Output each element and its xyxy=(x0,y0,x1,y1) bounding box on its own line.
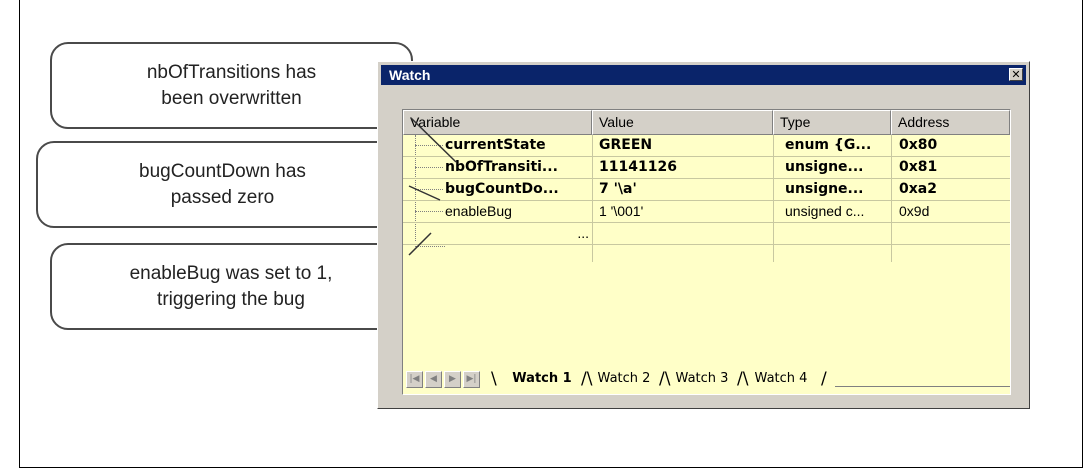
variable-address: 0xa2 xyxy=(899,181,937,197)
tab-watch-2[interactable]: Watch 2 xyxy=(585,368,663,390)
tab-strip-line xyxy=(835,386,1010,387)
table-row[interactable]: nbOfTransiti... 11141126 unsigne... 0x81 xyxy=(403,157,1010,179)
prev-icon[interactable]: ◀ xyxy=(425,371,442,388)
close-icon[interactable]: ✕ xyxy=(1009,68,1023,81)
callout-nboftransitions: nbOfTransitions has been overwritten xyxy=(50,42,413,129)
tree-connector xyxy=(415,167,443,169)
tab-watch-4[interactable]: Watch 4 xyxy=(741,368,821,390)
variable-address: 0x80 xyxy=(899,137,938,153)
variable-address: 0x9d xyxy=(899,203,930,219)
variable-type: unsigned c... xyxy=(785,203,865,219)
last-icon[interactable]: ▶| xyxy=(463,371,480,388)
title-bar[interactable]: Watch ✕ xyxy=(381,65,1026,85)
tab-separator: \ xyxy=(491,369,497,389)
table-row[interactable]: bugCountDo... 7 '\a' unsigne... 0xa2 xyxy=(403,179,1010,201)
variable-value[interactable]: 11141126 xyxy=(599,157,771,178)
variable-type: enum {G... xyxy=(785,137,872,153)
variable-name: bugCountDo... xyxy=(445,181,559,197)
variable-value[interactable]: 7 '\a' xyxy=(599,179,771,200)
variable-name: currentState xyxy=(445,137,546,153)
first-icon[interactable]: |◀ xyxy=(406,371,423,388)
table-row-new[interactable]: ... xyxy=(403,223,1010,245)
tree-connector xyxy=(415,211,443,213)
tree-connector xyxy=(415,145,443,147)
tab-watch-1[interactable]: Watch 1 xyxy=(499,368,585,390)
column-header-address[interactable]: Address xyxy=(891,110,1010,135)
watch-window: Watch ✕ Variable Value Type Address curr… xyxy=(377,61,1030,409)
variable-type: unsigne... xyxy=(785,159,864,175)
callout-bugcountdown: bugCountDown has passed zero xyxy=(36,141,409,228)
tab-strip: |◀ ◀ ▶ ▶| \ Watch 1 /\ Watch 2 /\ Watch … xyxy=(403,368,1010,394)
variable-name: enableBug xyxy=(445,203,512,219)
tree-connector xyxy=(415,189,443,191)
variable-name: nbOfTransiti... xyxy=(445,159,558,175)
tree-connector xyxy=(415,246,445,247)
tab-separator: / xyxy=(821,369,827,389)
table-row[interactable]: enableBug 1 '\001' unsigned c... 0x9d xyxy=(403,201,1010,223)
callout-enablebug: enableBug was set to 1, triggering the b… xyxy=(50,243,412,330)
new-variable-placeholder[interactable]: ... xyxy=(523,223,589,244)
column-header-value[interactable]: Value xyxy=(592,110,773,135)
watch-table: Variable Value Type Address currentState… xyxy=(402,109,1011,395)
variable-type: unsigne... xyxy=(785,181,864,197)
next-icon[interactable]: ▶ xyxy=(444,371,461,388)
table-header: Variable Value Type Address xyxy=(403,110,1010,135)
column-header-type[interactable]: Type xyxy=(773,110,891,135)
variable-value[interactable]: GREEN xyxy=(599,135,771,156)
variable-address: 0x81 xyxy=(899,159,938,175)
column-header-variable[interactable]: Variable xyxy=(403,110,592,135)
table-row[interactable]: currentState GREEN enum {G... 0x80 xyxy=(403,135,1010,157)
window-title: Watch xyxy=(389,67,431,83)
tab-watch-3[interactable]: Watch 3 xyxy=(663,368,741,390)
variable-value[interactable]: 1 '\001' xyxy=(599,201,771,222)
